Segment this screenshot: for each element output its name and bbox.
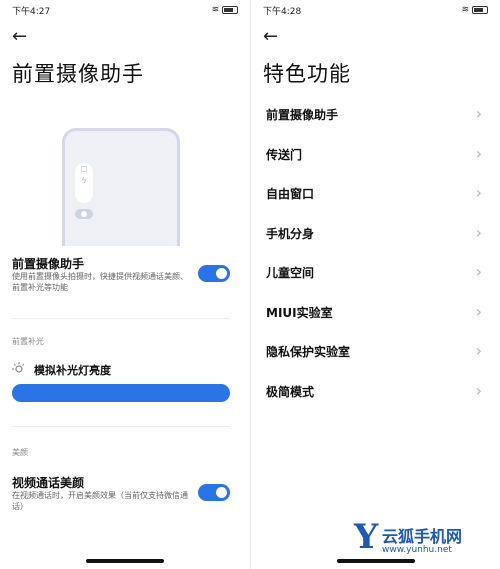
status-time: 下午4:28	[263, 7, 302, 17]
page-title: 特色功能	[263, 62, 351, 86]
battery-icon	[472, 5, 488, 14]
status-icons: ≋	[462, 5, 488, 15]
menu-item-label: 自由窗口	[266, 187, 315, 201]
menu-item-portal[interactable]: 传送门 ›	[266, 140, 488, 168]
beauty-description: 在视频通话时，开启美颜效果（当前仅支持微信通话）	[12, 491, 188, 511]
beauty-title: 视频通话美颜	[12, 476, 85, 490]
watermark-url: www.yunhu.net	[382, 545, 452, 555]
menu-item-second-space[interactable]: 手机分身 ›	[266, 219, 488, 247]
chevron-right-icon: ›	[475, 144, 482, 163]
phone-illustration: ◻ ϟ	[62, 128, 180, 246]
menu-item-free-window[interactable]: 自由窗口 ›	[266, 179, 488, 207]
page-title: 前置摄像助手	[12, 62, 144, 86]
camera-icon	[75, 209, 93, 219]
divider	[12, 318, 230, 319]
bulb-icon	[12, 362, 25, 373]
menu-item-label: MIUI实验室	[266, 306, 333, 320]
menu-item-privacy-lab[interactable]: 隐私保护实验室 ›	[266, 337, 488, 365]
watermark-letter: Y	[354, 517, 379, 557]
chevron-right-icon: ›	[475, 223, 482, 242]
assistant-title: 前置摄像助手	[12, 257, 85, 271]
divider	[12, 426, 230, 427]
assistant-description: 使用前置摄像头拍摄时，快捷提供视频通话美颜、前置补光等功能	[12, 272, 188, 292]
chevron-right-icon: ›	[475, 104, 482, 123]
status-bar: 下午4:27 ≋	[12, 4, 238, 17]
menu-item-label: 极简模式	[266, 385, 315, 399]
section-fill-light: 前置补光	[12, 337, 44, 346]
watermark-logo: Y 云狐手机网 www.yunhu.net	[354, 517, 494, 567]
menu-item-label: 儿童空间	[266, 266, 315, 280]
status-icons: ≋	[212, 5, 238, 15]
beauty-toggle[interactable]	[198, 484, 230, 501]
menu-item-kids-space[interactable]: 儿童空间 ›	[266, 258, 488, 286]
menu-item-minimal-mode[interactable]: 极简模式 ›	[266, 377, 488, 405]
flash-icon: ϟ	[81, 176, 87, 185]
home-indicator[interactable]	[86, 559, 164, 563]
battery-icon	[222, 5, 238, 14]
chevron-right-icon: ›	[475, 302, 482, 321]
wifi-icon: ≋	[211, 5, 220, 15]
back-arrow-icon[interactable]: ←	[263, 26, 278, 47]
menu-item-front-camera[interactable]: 前置摄像助手 ›	[266, 100, 488, 128]
chevron-right-icon: ›	[475, 341, 482, 360]
fill-light-label: 模拟补光灯亮度	[34, 364, 111, 377]
assistant-toggle[interactable]	[198, 265, 230, 282]
section-beauty: 美颜	[12, 448, 28, 457]
menu-item-label: 传送门	[266, 148, 303, 162]
toolbar-illustration: ◻ ϟ	[75, 163, 93, 203]
chevron-right-icon: ›	[475, 381, 482, 400]
beauty-icon: ◻	[80, 164, 88, 173]
menu-item-label: 前置摄像助手	[266, 108, 339, 122]
chevron-right-icon: ›	[475, 262, 482, 281]
status-time: 下午4:27	[12, 7, 51, 17]
watermark-name: 云狐手机网	[382, 527, 463, 546]
chevron-right-icon: ›	[475, 183, 482, 202]
front-camera-assistant-screen: 下午4:27 ≋ ← 前置摄像助手 ◻ ϟ 前置摄像助手 使用前置摄像头拍摄时，…	[0, 0, 250, 569]
wifi-icon: ≋	[461, 5, 470, 15]
menu-item-label: 隐私保护实验室	[266, 345, 351, 359]
back-arrow-icon[interactable]: ←	[12, 26, 27, 47]
status-bar: 下午4:28 ≋	[263, 4, 488, 17]
fill-light-slider[interactable]	[12, 384, 230, 402]
menu-item-miui-lab[interactable]: MIUI实验室 ›	[266, 298, 488, 326]
menu-item-label: 手机分身	[266, 227, 315, 241]
